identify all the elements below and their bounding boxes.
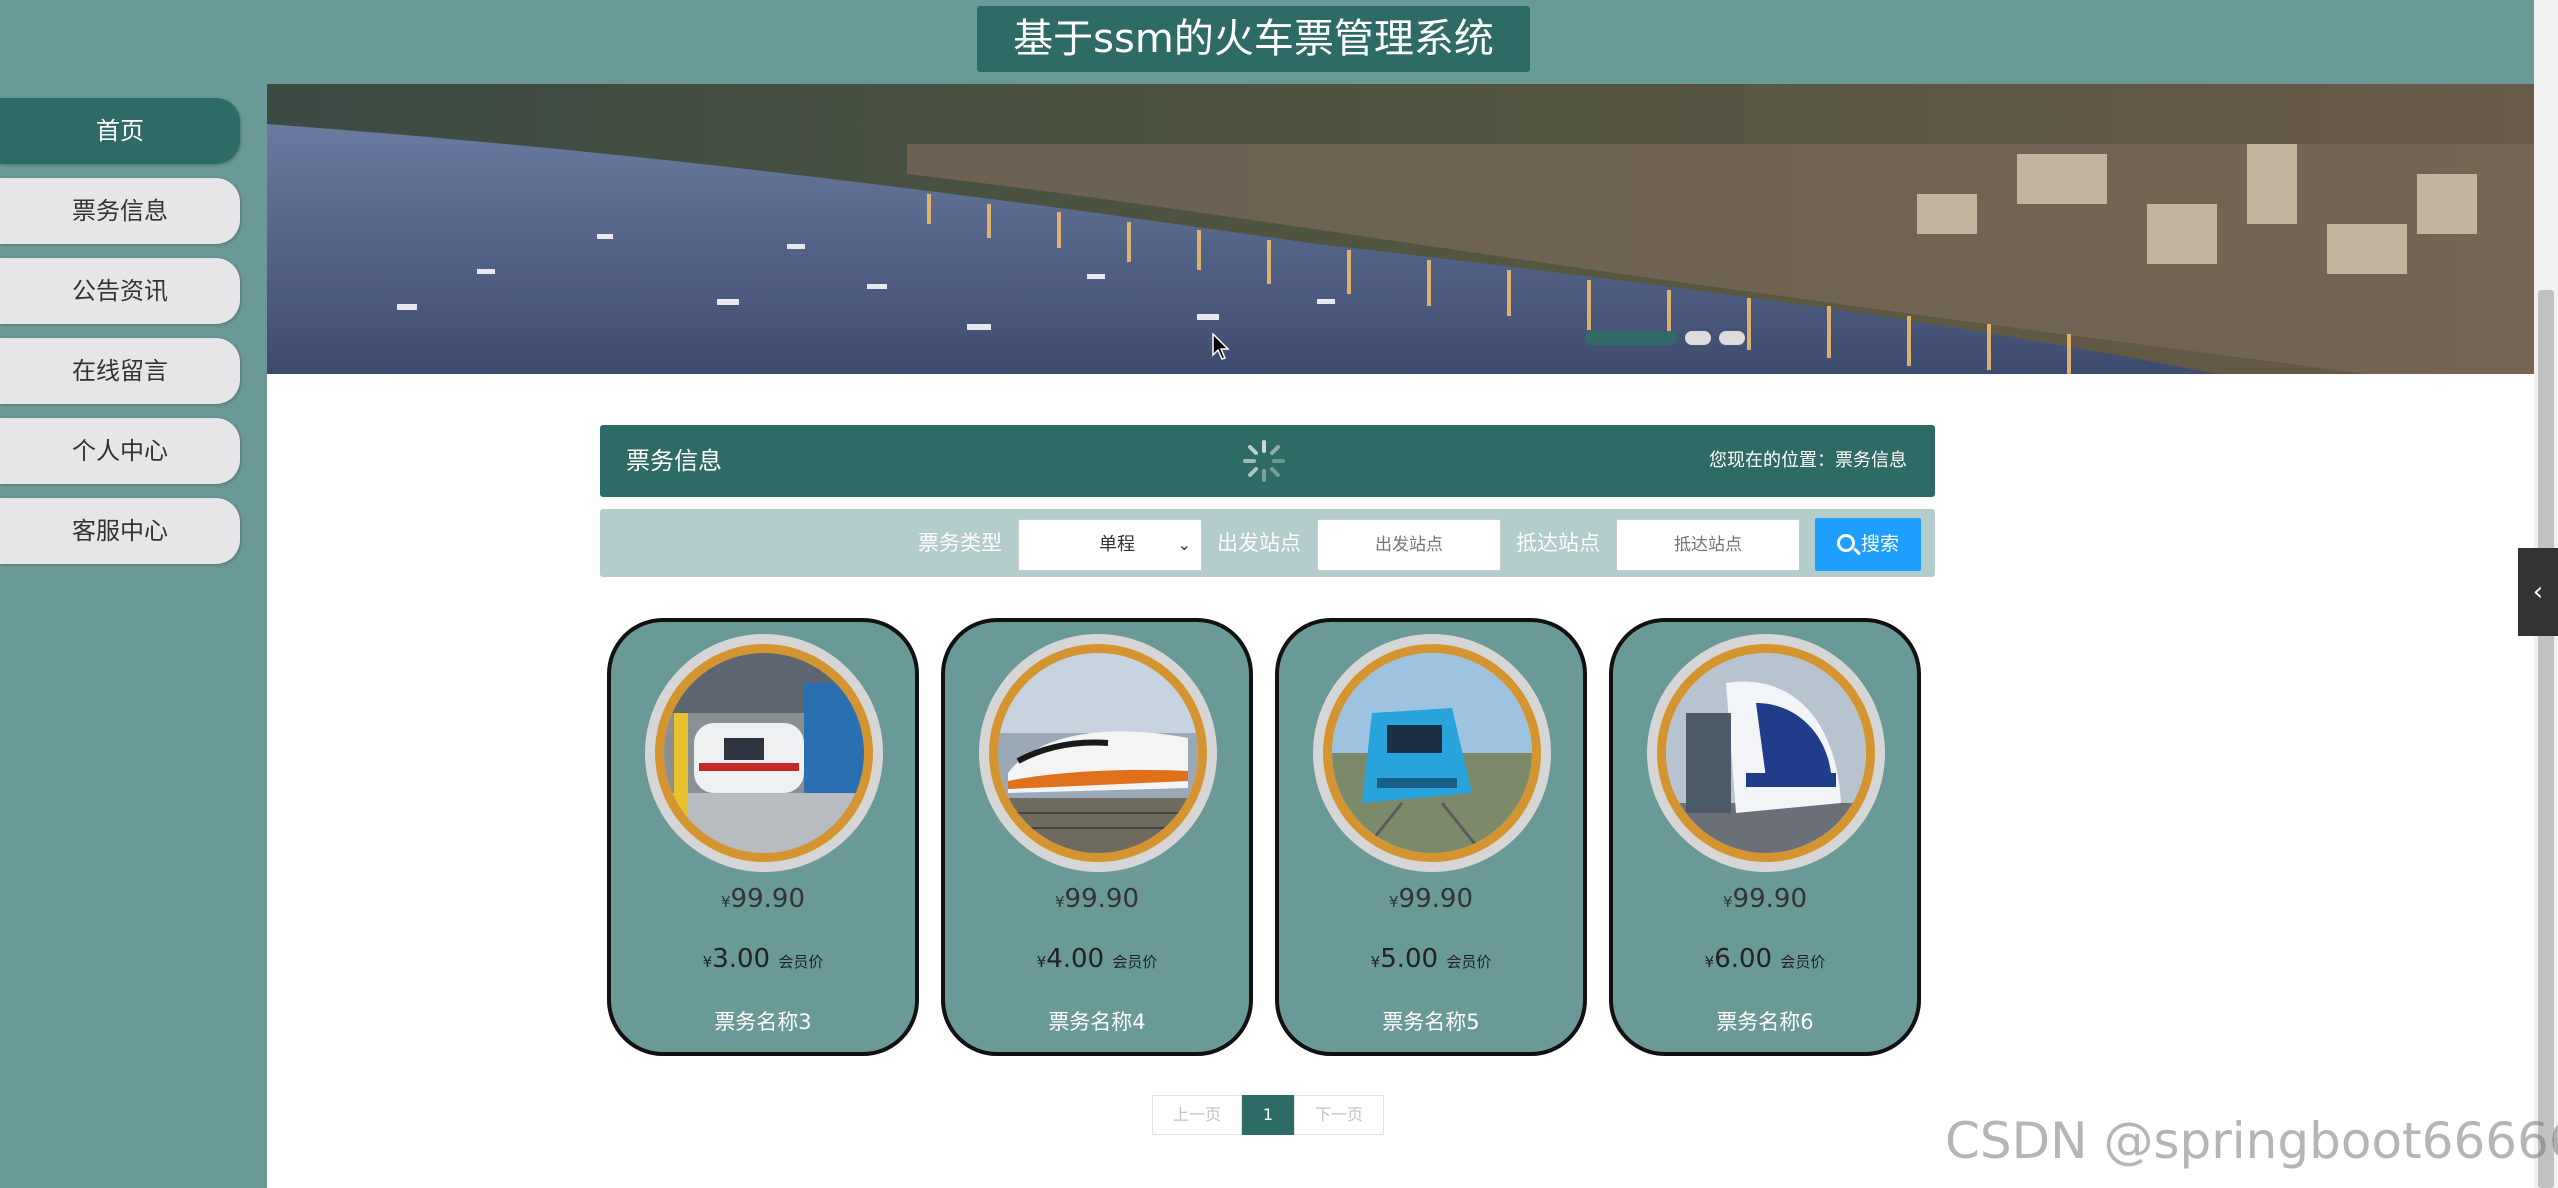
banner-carousel[interactable]: [267, 84, 2534, 374]
sidebar-item-home[interactable]: 首页: [0, 98, 240, 164]
ticket-image: [989, 644, 1207, 862]
ticket-type-select[interactable]: 单程 ⌄: [1018, 519, 1202, 571]
ticket-type-value: 单程: [1099, 534, 1135, 555]
ticket-price: ¥99.90: [721, 884, 805, 914]
section-header: 票务信息 您现在的位置：票务信息: [600, 425, 1935, 497]
ticket-vip-price: ¥5.00 会员价: [1370, 944, 1492, 974]
ticket-image: [1657, 644, 1875, 862]
ticket-name[interactable]: 票务名称5: [1279, 1006, 1583, 1036]
ticket-image-frame: [1647, 634, 1885, 872]
site-title: 基于ssm的火车票管理系统: [977, 6, 1530, 72]
loading-spinner-icon: [1243, 440, 1285, 482]
chevron-down-icon: ⌄: [1177, 535, 1191, 554]
ticket-price: ¥99.90: [1723, 884, 1807, 914]
ticket-type-label: 票务类型: [918, 531, 1002, 555]
search-bar: 票务类型 单程 ⌄ 出发站点 抵达站点 搜索: [600, 509, 1935, 577]
sidebar-item-profile[interactable]: 个人中心: [0, 418, 240, 484]
search-button[interactable]: 搜索: [1815, 518, 1921, 571]
sidebar-item-tickets[interactable]: 票务信息: [0, 178, 240, 244]
banner-image: [267, 84, 2534, 374]
chevron-left-icon[interactable]: ‹: [2518, 548, 2558, 636]
watermark: CSDN @springboot666666: [1945, 1112, 2558, 1170]
ticket-image: [1323, 644, 1541, 862]
ticket-image-frame: [979, 634, 1217, 872]
prev-page-button[interactable]: 上一页: [1152, 1095, 1242, 1135]
ticket-vip-price: ¥3.00 会员价: [702, 944, 824, 974]
ticket-vip-price: ¥6.00 会员价: [1704, 944, 1826, 974]
arrival-label: 抵达站点: [1516, 531, 1600, 555]
ticket-card[interactable]: ¥99.90 ¥5.00 会员价 票务名称5: [1275, 618, 1587, 1056]
ticket-name[interactable]: 票务名称4: [945, 1006, 1249, 1036]
ticket-image-frame: [645, 634, 883, 872]
ticket-card[interactable]: ¥99.90 ¥3.00 会员价 票务名称3: [607, 618, 919, 1056]
header-bar: 基于ssm的火车票管理系统: [0, 0, 2534, 84]
next-page-button[interactable]: 下一页: [1294, 1095, 1384, 1135]
sidebar: 首页 票务信息 公告资讯 在线留言 个人中心 客服中心: [0, 84, 267, 1188]
ticket-price: ¥99.90: [1389, 884, 1473, 914]
ticket-name[interactable]: 票务名称6: [1613, 1006, 1917, 1036]
search-icon: [1836, 534, 1855, 552]
ticket-image-frame: [1313, 634, 1551, 872]
ticket-name[interactable]: 票务名称3: [611, 1006, 915, 1036]
sidebar-item-news[interactable]: 公告资讯: [0, 258, 240, 324]
ticket-vip-price: ¥4.00 会员价: [1036, 944, 1158, 974]
departure-input[interactable]: [1317, 519, 1501, 571]
ticket-card[interactable]: ¥99.90 ¥4.00 会员价 票务名称4: [941, 618, 1253, 1056]
ticket-card[interactable]: ¥99.90 ¥6.00 会员价 票务名称6: [1609, 618, 1921, 1056]
carousel-dot-2[interactable]: [1685, 331, 1711, 345]
ticket-image: [655, 644, 873, 862]
sidebar-item-service[interactable]: 客服中心: [0, 498, 240, 564]
carousel-dot-1[interactable]: [1585, 331, 1677, 345]
section-title: 票务信息: [626, 447, 722, 475]
scrollbar-thumb[interactable]: [2538, 290, 2554, 1188]
carousel-dot-3[interactable]: [1719, 331, 1745, 345]
mouse-cursor-icon: [1212, 333, 1230, 360]
ticket-price: ¥99.90: [1055, 884, 1139, 914]
page-number-button[interactable]: 1: [1242, 1095, 1294, 1135]
departure-label: 出发站点: [1217, 531, 1301, 555]
arrival-input[interactable]: [1616, 519, 1800, 571]
breadcrumb: 您现在的位置：票务信息: [1709, 450, 1907, 471]
search-button-label: 搜索: [1860, 533, 1899, 555]
sidebar-item-messages[interactable]: 在线留言: [0, 338, 240, 404]
